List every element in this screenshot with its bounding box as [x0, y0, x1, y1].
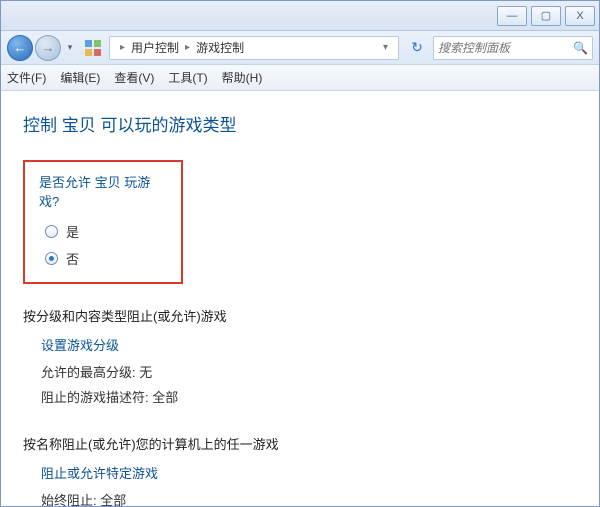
radio-yes[interactable] — [45, 225, 58, 238]
breadcrumb-item-user-control[interactable]: 用户控制 — [131, 39, 179, 56]
max-rating-label: 允许的最高分级: — [41, 365, 136, 380]
control-panel-window: — ▢ X ← → ▾ ▸ 用户控制 ▸ 游戏控制 ▾ ↻ 🔍 文件(F) 编辑… — [0, 0, 600, 507]
history-dropdown[interactable]: ▾ — [63, 42, 77, 53]
radio-no-row[interactable]: 否 — [45, 249, 167, 268]
menubar: 文件(F) 编辑(E) 查看(V) 工具(T) 帮助(H) — [1, 65, 599, 91]
section-by-rating-title: 按分级和内容类型阻止(或允许)游戏 — [23, 306, 577, 325]
breadcrumb[interactable]: ▸ 用户控制 ▸ 游戏控制 ▾ — [109, 36, 399, 60]
allow-games-group: 是否允许 宝贝 玩游戏? 是 否 — [23, 160, 183, 284]
forward-button[interactable]: → — [35, 35, 61, 61]
content-area: 控制 宝贝 可以玩的游戏类型 是否允许 宝贝 玩游戏? 是 否 按分级和内容类型… — [1, 91, 599, 507]
menu-edit[interactable]: 编辑(E) — [60, 69, 100, 86]
minimize-button[interactable]: — — [497, 6, 527, 26]
window-buttons: — ▢ X — [497, 6, 599, 26]
back-button[interactable]: ← — [7, 35, 33, 61]
max-rating-value: 无 — [139, 365, 152, 380]
radio-yes-label: 是 — [66, 222, 79, 241]
navigation-bar: ← → ▾ ▸ 用户控制 ▸ 游戏控制 ▾ ↻ 🔍 — [1, 31, 599, 65]
radio-no[interactable] — [45, 252, 58, 265]
always-block-row: 始终阻止: 全部 — [41, 490, 577, 507]
always-block-label: 始终阻止: — [41, 493, 97, 507]
refresh-button[interactable]: ↻ — [405, 36, 429, 60]
blocked-descriptors-label: 阻止的游戏描述符: — [41, 390, 149, 405]
link-set-game-rating[interactable]: 设置游戏分级 — [41, 335, 577, 354]
blocked-descriptors-row: 阻止的游戏描述符: 全部 — [41, 387, 577, 406]
radio-yes-row[interactable]: 是 — [45, 222, 167, 241]
search-input[interactable] — [438, 41, 588, 55]
search-icon[interactable]: 🔍 — [573, 41, 588, 55]
max-rating-row: 允许的最高分级: 无 — [41, 362, 577, 381]
breadcrumb-dropdown-icon[interactable]: ▾ — [383, 42, 388, 53]
titlebar: — ▢ X — [1, 1, 599, 31]
menu-view[interactable]: 查看(V) — [114, 69, 154, 86]
search-box[interactable]: 🔍 — [433, 36, 593, 60]
close-button[interactable]: X — [565, 6, 595, 26]
page-title: 控制 宝贝 可以玩的游戏类型 — [23, 111, 577, 136]
control-panel-icon — [83, 38, 103, 58]
allow-games-question: 是否允许 宝贝 玩游戏? — [39, 172, 167, 210]
maximize-button[interactable]: ▢ — [531, 6, 561, 26]
menu-file[interactable]: 文件(F) — [7, 69, 46, 86]
breadcrumb-sep-icon: ▸ — [120, 42, 125, 53]
always-block-value: 全部 — [100, 493, 126, 507]
link-block-allow-specific[interactable]: 阻止或允许特定游戏 — [41, 463, 577, 482]
menu-tools[interactable]: 工具(T) — [168, 69, 207, 86]
breadcrumb-item-game-control[interactable]: 游戏控制 — [196, 39, 244, 56]
blocked-descriptors-value: 全部 — [152, 390, 178, 405]
menu-help[interactable]: 帮助(H) — [222, 69, 263, 86]
radio-no-label: 否 — [66, 249, 79, 268]
breadcrumb-sep-icon: ▸ — [185, 42, 190, 53]
section-by-name-title: 按名称阻止(或允许)您的计算机上的任一游戏 — [23, 434, 577, 453]
